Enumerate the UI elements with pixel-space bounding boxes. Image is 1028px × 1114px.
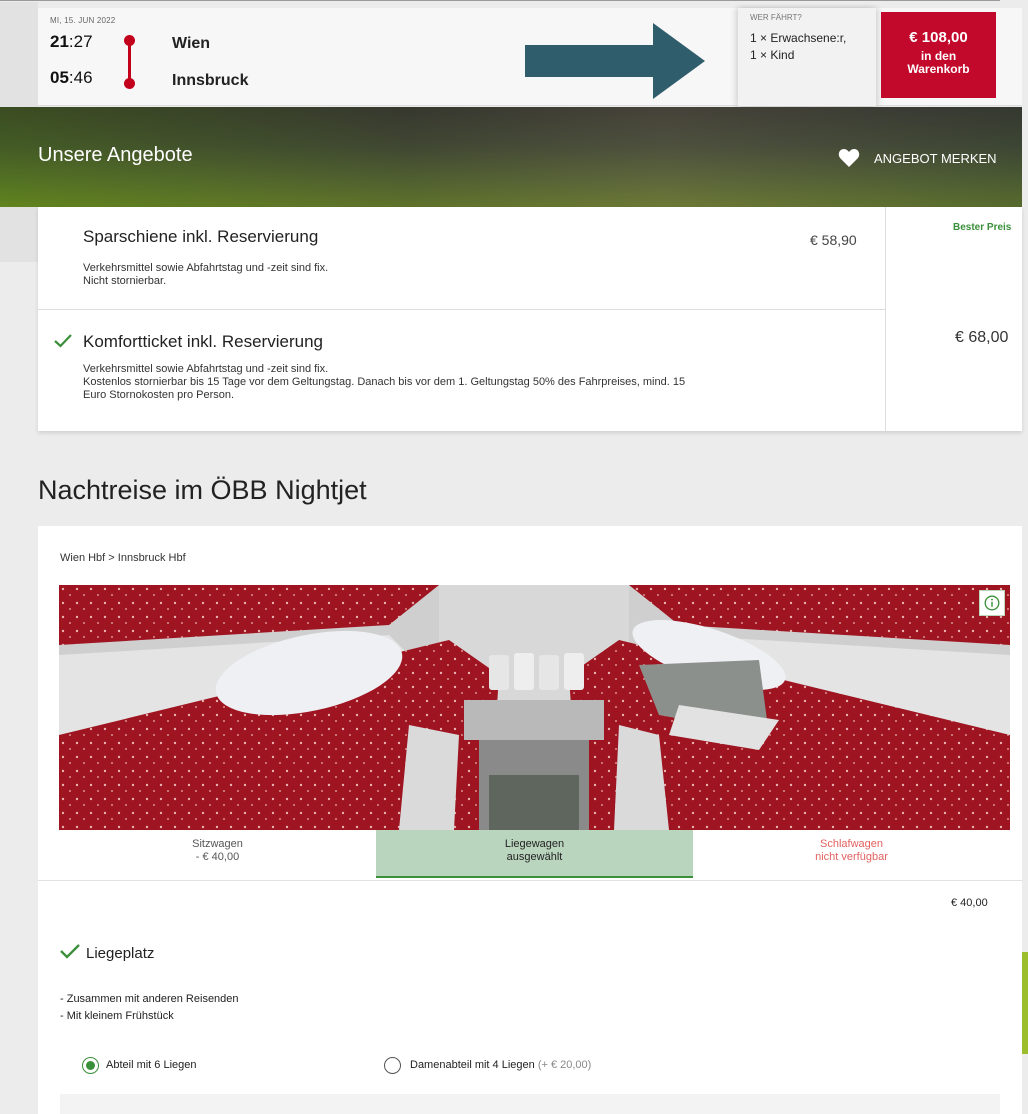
column-divider <box>885 207 886 431</box>
berth-label: Liegeplatz <box>86 945 155 962</box>
trip-date: MI, 15. JUN 2022 <box>50 16 116 25</box>
checkmark-icon <box>60 944 80 964</box>
offer-description: Verkehrsmittel sowie Abfahrtstag und -ze… <box>83 262 329 287</box>
offers-list: Sparschiene inkl. Reservierung Verkehrsm… <box>38 207 1022 431</box>
side-accent-bar <box>1022 952 1028 1054</box>
best-price-badge: Bester Preis <box>953 222 1012 233</box>
info-icon[interactable] <box>979 590 1005 616</box>
tab-sitzwagen[interactable]: Sitzwagen - € 40,00 <box>59 830 376 878</box>
offer-title: Sparschiene inkl. Reservierung <box>83 227 319 246</box>
route-start-dot <box>124 35 135 46</box>
nightjet-route: Wien Hbf > Innsbruck Hbf <box>60 552 186 564</box>
save-offer-label: ANGEBOT MERKEN <box>874 150 997 166</box>
nightjet-card: Wien Hbf > Innsbruck Hbf Sitzwagen - € 4… <box>38 526 1022 1114</box>
destination-station: Innsbruck <box>172 72 249 89</box>
selected-offer-price: € 68,00 <box>955 329 1009 346</box>
couchette-price: € 40,00 <box>951 897 988 909</box>
offer-sparschiene[interactable]: Sparschiene inkl. Reservierung Verkehrsm… <box>38 207 885 310</box>
passengers-panel[interactable]: WER FÄHRT? 1 × Erwachsene:r, 1 × Kind <box>738 8 876 106</box>
origin-station: Wien <box>172 35 211 52</box>
tabs-divider <box>38 880 1022 881</box>
checkmark-icon <box>54 334 72 353</box>
cart-label: in den Warenkorb <box>907 49 970 76</box>
departure-time: 21:27 <box>50 32 93 51</box>
feature-item: - Zusammen mit anderen Reisenden <box>60 993 239 1005</box>
offers-banner: Unsere Angebote ANGEBOT MERKEN <box>0 107 1022 207</box>
save-offer-button[interactable]: ANGEBOT MERKEN <box>838 148 997 168</box>
arrow-right-icon <box>525 23 705 104</box>
radio-damenabteil-4[interactable] <box>384 1057 401 1074</box>
passenger-adults: 1 × Erwachsene:r, <box>750 31 847 45</box>
passengers-label: WER FÄHRT? <box>750 13 802 22</box>
cart-price: € 108,00 <box>909 29 968 46</box>
offer-description: Verkehrsmittel sowie Abfahrtstag und -ze… <box>83 363 686 401</box>
offer-title: Komfortticket inkl. Reservierung <box>83 332 323 351</box>
add-to-cart-button[interactable]: € 108,00 in den Warenkorb <box>881 12 996 98</box>
passenger-children: 1 × Kind <box>750 48 795 62</box>
heart-icon <box>838 148 860 168</box>
arrival-time: 05:46 <box>50 68 93 87</box>
radio-abteil-6[interactable] <box>82 1057 99 1074</box>
offer-komfortticket[interactable]: Komfortticket inkl. Reservierung Verkehr… <box>38 310 885 431</box>
offers-title: Unsere Angebote <box>38 144 193 166</box>
top-divider <box>0 0 1000 1</box>
radio-label-abteil-6[interactable]: Abteil mit 6 Liegen <box>106 1059 197 1071</box>
nightjet-title: Nachtreise im ÖBB Nightjet <box>38 475 367 505</box>
compartment-details-panel <box>60 1094 1000 1114</box>
tab-schlafwagen[interactable]: Schlafwagen nicht verfügbar <box>693 830 1010 878</box>
feature-item: - Mit kleinem Frühstück <box>60 1010 174 1022</box>
trip-summary-header: MI, 15. JUN 2022 21:27 05:46 Wien Innsbr… <box>38 8 1022 106</box>
offer-price: € 58,90 <box>810 232 857 248</box>
couchette-photo <box>59 585 1010 830</box>
route-end-dot <box>124 78 135 89</box>
tab-liegewagen[interactable]: Liegewagen ausgewählt <box>376 830 693 878</box>
car-type-tabs: Sitzwagen - € 40,00 Liegewagen ausgewähl… <box>59 830 1010 878</box>
radio-label-damenabteil-4[interactable]: Damenabteil mit 4 Liegen (+ € 20,00) <box>410 1059 591 1071</box>
